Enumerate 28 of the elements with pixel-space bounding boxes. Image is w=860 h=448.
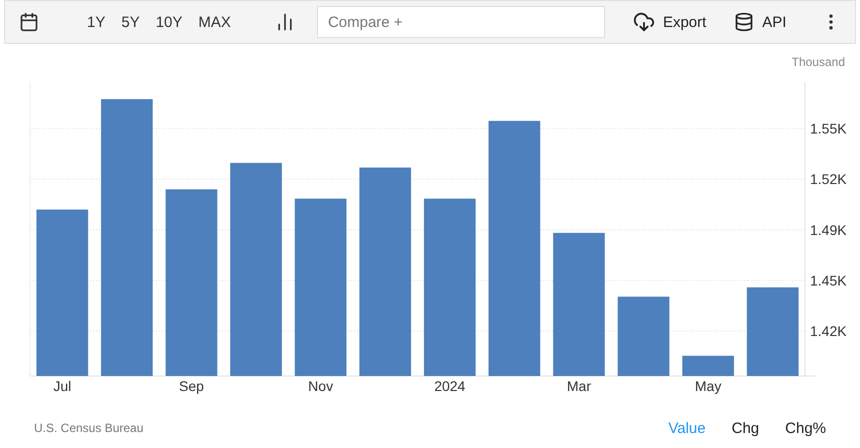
range-button[interactable]: MAX: [190, 14, 239, 30]
mode-tab[interactable]: Chg%: [785, 420, 826, 436]
range-button[interactable]: 10Y: [148, 14, 190, 30]
compare-field[interactable]: Compare +: [316, 6, 605, 38]
source-label: U.S. Census Bureau: [34, 421, 144, 435]
axis-tick-label: 1.49K: [810, 222, 847, 238]
button-label: Export: [662, 14, 706, 30]
axis-tick-label: 1.52K: [810, 171, 847, 188]
axis-tick-label: 1.55K: [810, 120, 847, 137]
range-button[interactable]: 5Y: [113, 14, 148, 30]
calendar-icon[interactable]: [19, 12, 39, 32]
database-icon: [734, 12, 754, 32]
bar: [682, 356, 734, 376]
axis-tick-label: 1.42K: [810, 322, 847, 339]
axis-tick-label: Mar: [566, 378, 592, 394]
mode-tab[interactable]: Chg: [732, 420, 760, 436]
axis-tick-label: May: [694, 378, 722, 394]
range-button[interactable]: 1Y: [79, 14, 114, 30]
axis-tick-label: Sep: [179, 378, 204, 394]
export-button[interactable]: Export: [632, 11, 706, 33]
unit-label: Thousand: [792, 55, 845, 69]
api-button[interactable]: API: [734, 12, 786, 32]
axis-tick-label: 2024: [434, 378, 466, 394]
axis-tick-label: 1.45K: [810, 272, 847, 288]
axis-tick-label: Nov: [308, 378, 334, 394]
cloud-download-icon: [632, 11, 655, 33]
button-label: API: [762, 14, 786, 30]
axis-tick-label: Jul: [53, 378, 72, 394]
